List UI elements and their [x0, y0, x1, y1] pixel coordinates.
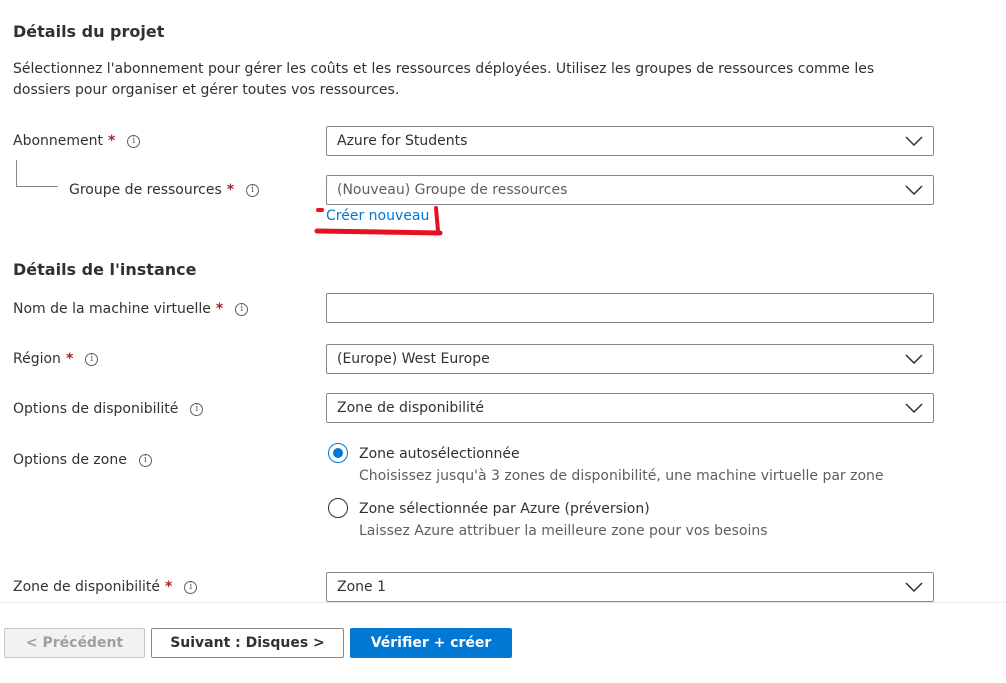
subscription-label-row: Abonnement * i [13, 131, 141, 151]
project-details-title: Détails du projet [13, 22, 165, 41]
tree-connector-vertical [16, 160, 17, 186]
chevron-down-icon [905, 403, 923, 413]
vm-name-input[interactable] [326, 293, 934, 323]
availability-zone-dropdown[interactable]: Zone 1 [326, 572, 934, 602]
chevron-down-icon [905, 582, 923, 592]
vm-name-label: Nom de la machine virtuelle [13, 301, 211, 317]
availability-options-label: Options de disponibilité [13, 401, 179, 417]
required-marker: * [65, 351, 74, 367]
info-icon[interactable]: i [184, 580, 198, 594]
availability-zone-label: Zone de disponibilité [13, 579, 160, 595]
resource-group-label: Groupe de ressources [69, 182, 222, 198]
region-label-row: Région * i [13, 349, 99, 369]
required-marker: * [215, 301, 224, 317]
required-marker: * [226, 182, 235, 198]
info-icon[interactable]: i [235, 302, 249, 316]
resource-group-dropdown[interactable]: (Nouveau) Groupe de ressources [326, 175, 934, 205]
region-dropdown[interactable]: (Europe) West Europe [326, 344, 934, 374]
project-details-description: Sélectionnez l'abonnement pour gérer les… [13, 61, 875, 98]
info-icon[interactable]: i [138, 453, 152, 467]
zone-auto-description: Choisissez jusqu'à 3 zones de disponibil… [359, 468, 884, 484]
chevron-down-icon [905, 354, 923, 364]
vm-name-label-row: Nom de la machine virtuelle * i [13, 299, 249, 319]
resource-group-placeholder: (Nouveau) Groupe de ressources [337, 182, 568, 198]
availability-options-dropdown[interactable]: Zone de disponibilité [326, 393, 934, 423]
instance-details-title: Détails de l'instance [13, 260, 197, 279]
previous-button[interactable]: < Précédent [4, 628, 145, 658]
zone-azure-title: Zone sélectionnée par Azure (préversion) [359, 501, 650, 517]
availability-zone-label-row: Zone de disponibilité * i [13, 577, 198, 597]
footer-divider [0, 602, 1006, 603]
info-icon[interactable]: i [127, 134, 141, 148]
zone-options-label: Options de zone [13, 452, 127, 468]
zone-azure-radio[interactable] [328, 498, 348, 518]
availability-options-value: Zone de disponibilité [337, 400, 484, 416]
zone-auto-radio[interactable] [328, 443, 348, 463]
chevron-down-icon [905, 185, 923, 195]
chevron-down-icon [905, 136, 923, 146]
availability-zone-value: Zone 1 [337, 579, 386, 595]
tree-connector-horizontal [16, 186, 58, 187]
next-disks-button[interactable]: Suivant : Disques > [151, 628, 344, 658]
review-create-button[interactable]: Vérifier + créer [350, 628, 512, 658]
zone-azure-description: Laissez Azure attribuer la meilleure zon… [359, 523, 768, 539]
subscription-dropdown[interactable]: Azure for Students [326, 126, 934, 156]
info-icon[interactable]: i [85, 352, 99, 366]
zone-auto-title: Zone autosélectionnée [359, 446, 520, 462]
required-marker: * [108, 133, 116, 149]
required-marker: * [165, 579, 173, 595]
subscription-label: Abonnement [13, 133, 104, 149]
resource-group-label-row: Groupe de ressources * i [69, 180, 260, 200]
zone-options-label-row: Options de zone i [13, 450, 152, 470]
region-value: (Europe) West Europe [337, 351, 490, 367]
availability-options-label-row: Options de disponibilité i [13, 399, 204, 419]
info-icon[interactable]: i [246, 183, 260, 197]
region-label: Région [13, 351, 61, 367]
red-highlight-annotation [314, 206, 443, 236]
subscription-value: Azure for Students [337, 133, 468, 149]
info-icon[interactable]: i [190, 402, 204, 416]
